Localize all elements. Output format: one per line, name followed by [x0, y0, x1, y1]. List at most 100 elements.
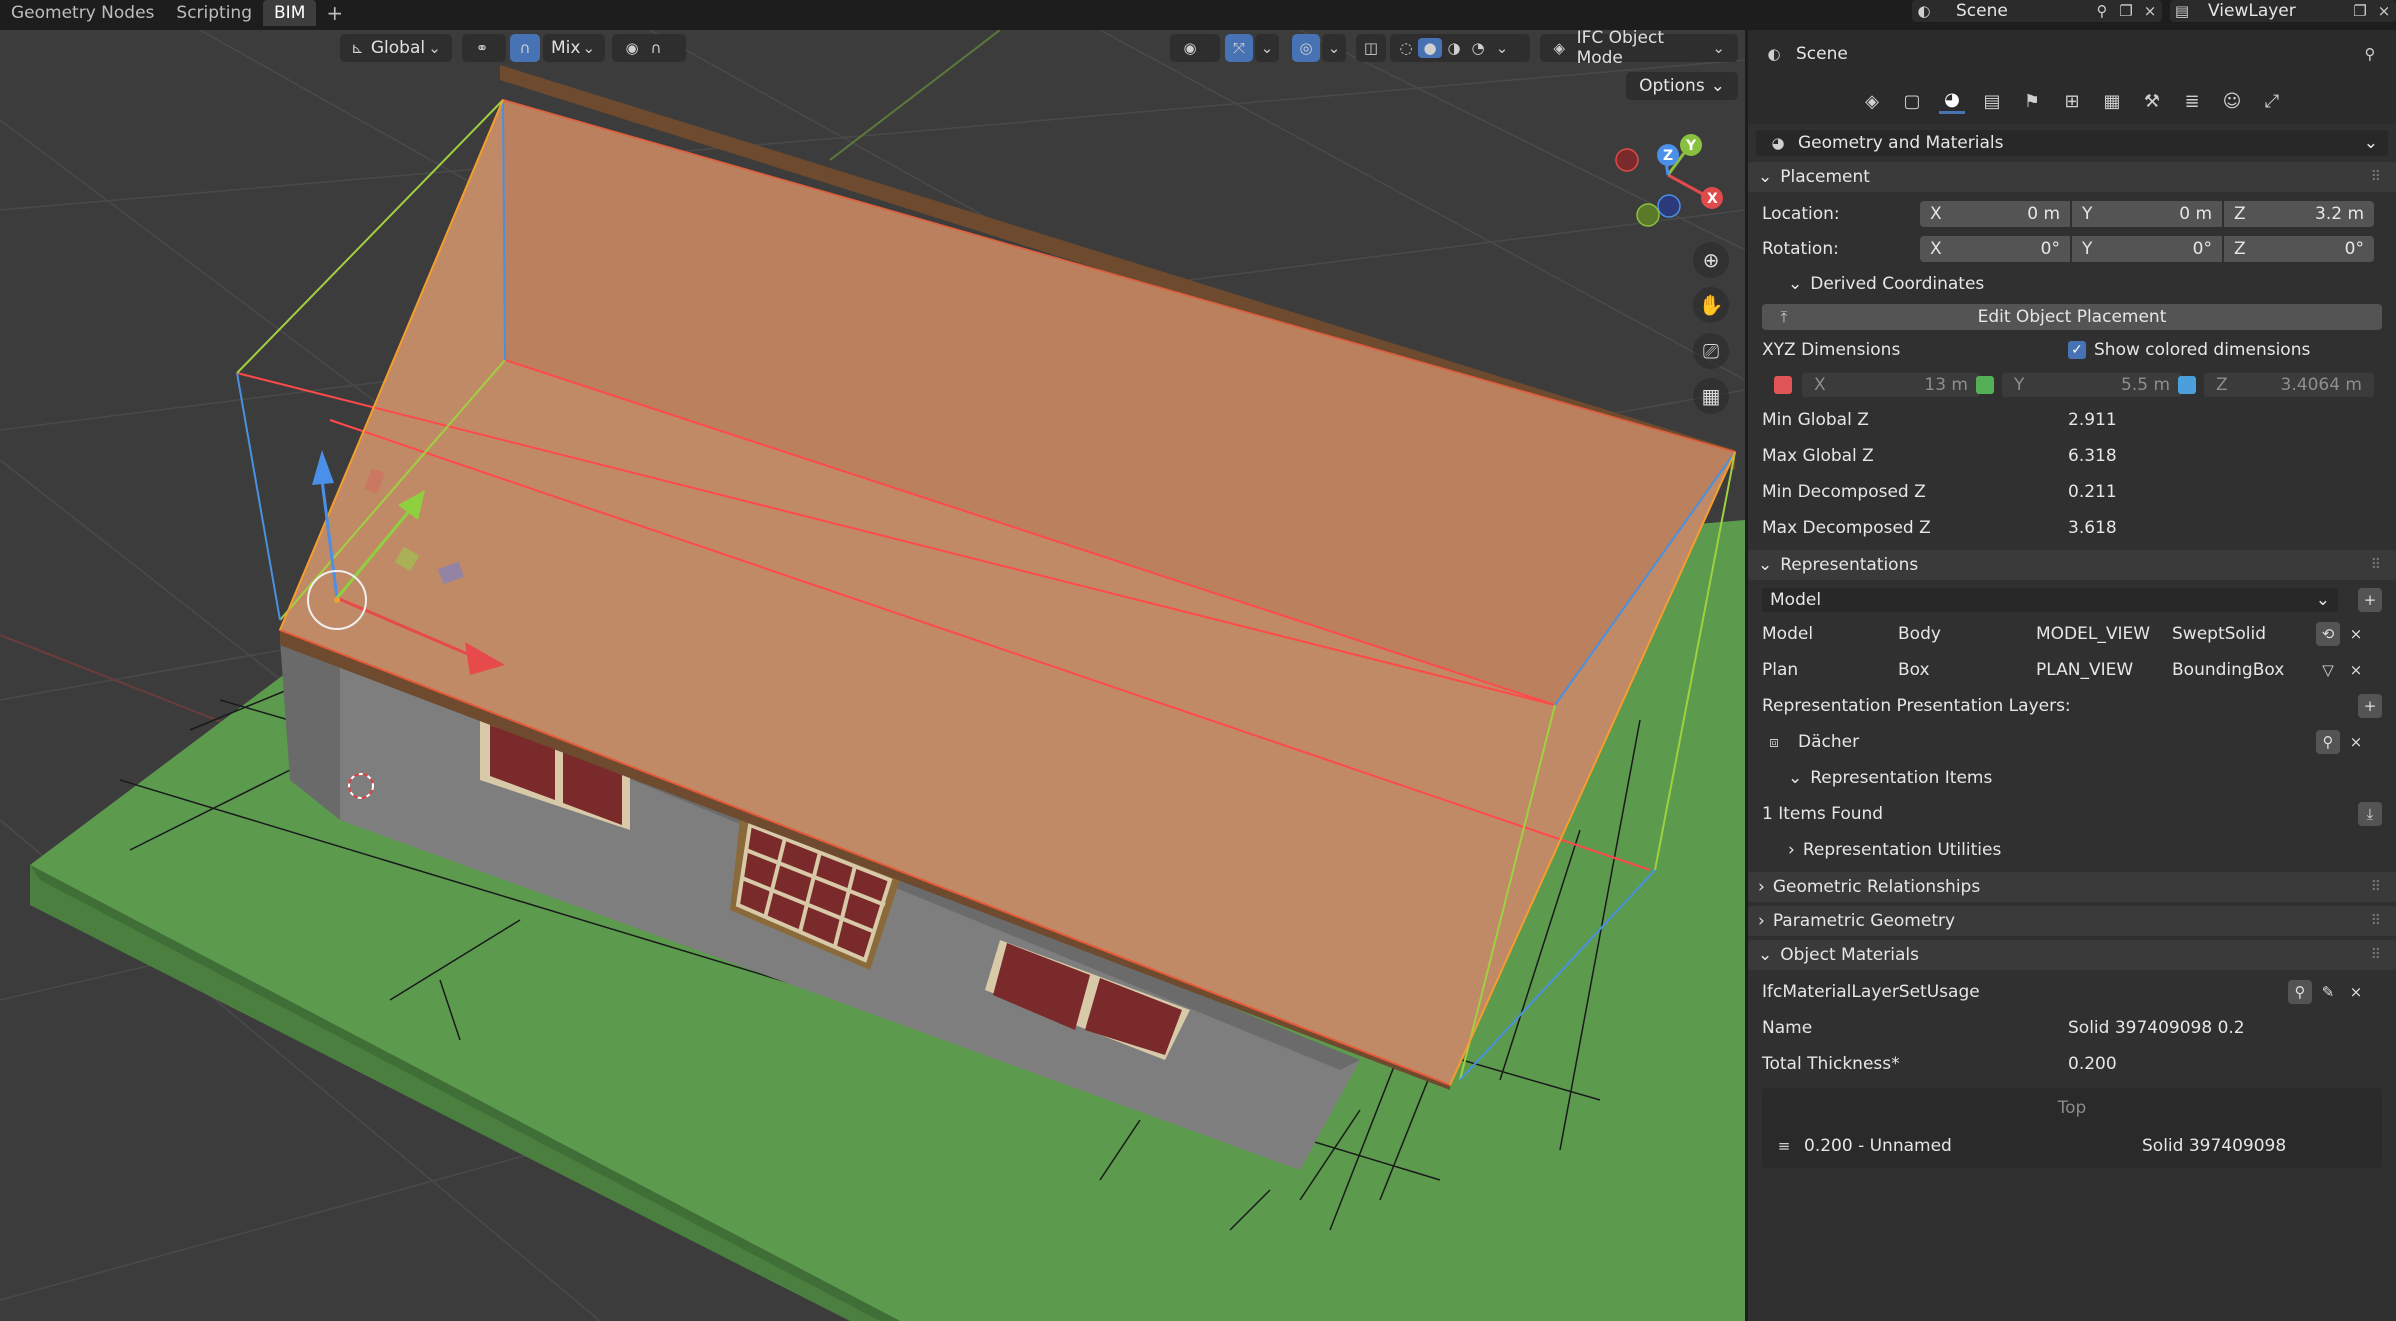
services-tab-icon[interactable]: ⤢	[2259, 88, 2285, 114]
geometry-tab-icon[interactable]: ◕	[1939, 88, 1965, 114]
rendered-shading-icon[interactable]: ◔	[1466, 38, 1490, 58]
interaction-mode-dropdown[interactable]: ◈ IFC Object Mode ⌄	[1540, 28, 1738, 68]
drag-handle-icon[interactable]: ⠿	[2371, 557, 2382, 573]
pin-icon[interactable]: ⚲	[2090, 1, 2114, 21]
location-y-field[interactable]: Y 0 m	[2072, 201, 2222, 227]
close-icon[interactable]: ×	[2372, 1, 2396, 21]
overlays-toggle[interactable]: ◎	[1292, 34, 1320, 62]
tab-bim[interactable]: BIM	[263, 0, 317, 26]
scene-selector[interactable]: ◐ Scene ⚲ ❐ ×	[1912, 0, 2162, 22]
add-workspace-button[interactable]: +	[316, 1, 353, 25]
location-fields: X 0 m Y 0 m Z 3.2 m	[1920, 201, 2374, 227]
solid-shading-icon[interactable]: ●	[1418, 38, 1442, 58]
close-icon[interactable]: ×	[2344, 730, 2368, 754]
add-icon[interactable]: +	[2358, 694, 2382, 718]
new-view-layer-icon[interactable]: ❐	[2348, 1, 2372, 21]
filter-icon[interactable]: ▽	[2316, 658, 2340, 682]
drag-handle-icon[interactable]: ⠿	[2371, 169, 2382, 185]
camera-icon[interactable]: ⎚	[1693, 333, 1729, 369]
location-x-field[interactable]: X 0 m	[1920, 201, 2070, 227]
show-colored-dimensions-checkbox[interactable]: ✓ Show colored dimensions	[2068, 340, 2310, 360]
checkmark-icon: ✓	[2068, 341, 2086, 359]
field-value: 0°	[2344, 239, 2364, 259]
z-color-swatch	[2178, 376, 2196, 394]
3d-viewport[interactable]: X Y Z	[0, 30, 1745, 1321]
close-icon[interactable]: ×	[2138, 1, 2162, 21]
presentation-layers-row: Representation Presentation Layers: +	[1748, 688, 2396, 724]
object-materials-panel-header[interactable]: ⌄ Object Materials ⠿	[1748, 940, 2396, 970]
stack-tab-icon[interactable]: ≣	[2179, 88, 2205, 114]
add-icon[interactable]: +	[2358, 588, 2382, 612]
pivot-dropdown[interactable]: ⚭	[462, 34, 506, 62]
scene-name: Scene	[1956, 1, 2008, 21]
gizmo-toggle[interactable]: ⤧	[1225, 34, 1253, 62]
rotation-z-field[interactable]: Z 0°	[2224, 236, 2374, 262]
material-layer-row[interactable]: ≡ 0.200 - Unnamed Solid 397409098	[1772, 1132, 2372, 1160]
edit-pencil-icon[interactable]: ✎	[2316, 980, 2340, 1004]
drag-handle-icon[interactable]: ⠿	[2371, 879, 2382, 895]
snap-toggle[interactable]: ∩	[510, 34, 540, 62]
structure-tab-icon[interactable]: ⊞	[2059, 88, 2085, 114]
material-tab-icon[interactable]: ▤	[1979, 88, 2005, 114]
context-dropdown[interactable]: Model ⌄	[1762, 588, 2338, 612]
select-icon[interactable]: ⚲	[2316, 730, 2340, 754]
options-dropdown[interactable]: Options ⌄	[1626, 72, 1738, 100]
view-layer-selector[interactable]: ▤ ViewLayer ❐ ×	[2170, 0, 2396, 22]
pin-icon[interactable]: ⚲	[2358, 44, 2382, 64]
edit-object-placement-button[interactable]: ⤒ Edit Object Placement	[1762, 304, 2382, 330]
context-value: Model	[1770, 590, 1822, 610]
select-icon[interactable]: ⚲	[2288, 980, 2312, 1004]
grid-view-icon[interactable]: ▦	[1693, 378, 1729, 414]
material-shading-icon[interactable]: ◑	[1442, 38, 1466, 58]
representations-panel-header[interactable]: ⌄ Representations ⠿	[1748, 550, 2396, 580]
derived-coordinates-header[interactable]: ⌄ Derived Coordinates	[1748, 266, 2396, 302]
drag-handle-icon[interactable]: ⠿	[2371, 913, 2382, 929]
geometric-relationships-panel-header[interactable]: › Geometric Relationships ⠿	[1748, 872, 2396, 902]
pan-hand-icon[interactable]: ✋	[1693, 287, 1729, 323]
zoom-icon[interactable]: ⊕	[1693, 242, 1729, 278]
snap-mode-dropdown[interactable]: Mix ⌄	[543, 34, 605, 62]
rep-context: Model	[1762, 624, 1814, 644]
rotation-x-field[interactable]: X 0°	[1920, 236, 2070, 262]
tool-tab-icon[interactable]: ⚒	[2139, 88, 2165, 114]
close-icon[interactable]: ×	[2344, 980, 2368, 1004]
transform-orientation-dropdown[interactable]: ⊾ Global ⌄	[340, 34, 452, 62]
scene-tab-icon[interactable]: ⚑	[2019, 88, 2045, 114]
grid-tab-icon[interactable]: ▦	[2099, 88, 2125, 114]
chevron-right-icon: ›	[1788, 840, 1795, 860]
section-dropdown[interactable]: ◕ Geometry and Materials ⌄	[1756, 130, 2388, 156]
rep-context: Plan	[1762, 660, 1799, 680]
representation-utilities-header[interactable]: › Representation Utilities	[1748, 832, 2396, 868]
chevron-down-icon: ⌄	[1712, 39, 1725, 57]
parametric-geometry-panel-header[interactable]: › Parametric Geometry ⠿	[1748, 906, 2396, 936]
representation-items-header[interactable]: ⌄ Representation Items	[1748, 760, 2396, 796]
placement-panel-header[interactable]: ⌄ Placement ⠿	[1748, 162, 2396, 192]
tab-geometry-nodes[interactable]: Geometry Nodes	[0, 0, 165, 26]
tab-scripting[interactable]: Scripting	[165, 0, 263, 26]
shading-mode-group[interactable]: ◌ ● ◑ ◔ ⌄	[1390, 34, 1530, 62]
chevron-down-icon[interactable]: ⌄	[1490, 38, 1514, 58]
drag-handle-icon[interactable]: ⠿	[2371, 947, 2382, 963]
ifc-tab-icon[interactable]: ◈	[1859, 88, 1885, 114]
gizmo-dropdown[interactable]: ⌄	[1255, 34, 1279, 62]
download-icon[interactable]: ⤓	[2358, 802, 2382, 826]
refresh-icon[interactable]: ⟲	[2316, 622, 2340, 646]
material-usage-label: IfcMaterialLayerSetUsage	[1762, 982, 1980, 1002]
location-z-field[interactable]: Z 3.2 m	[2224, 201, 2374, 227]
wireframe-shading-icon[interactable]: ◌	[1394, 38, 1418, 58]
new-scene-icon[interactable]: ❐	[2114, 1, 2138, 21]
object-tab-icon[interactable]: ▢	[1899, 88, 1925, 114]
close-icon[interactable]: ×	[2344, 622, 2368, 646]
close-icon[interactable]: ×	[2344, 658, 2368, 682]
visibility-dropdown[interactable]: ◉	[1170, 34, 1220, 62]
xray-toggle[interactable]: ◫	[1356, 34, 1386, 62]
proportional-editing-toggle[interactable]: ◉ ∩	[612, 34, 686, 62]
people-tab-icon[interactable]: ☺	[2219, 88, 2245, 114]
nav-gizmo-z-label: Z	[1663, 148, 1673, 164]
stat-label: Min Decomposed Z	[1762, 482, 1926, 502]
xray-icon: ◫	[1363, 39, 1379, 57]
properties-header: ◐ Scene ⚲	[1748, 30, 2396, 78]
total-thickness-value: 0.200	[2068, 1054, 2117, 1074]
overlays-dropdown[interactable]: ⌄	[1322, 34, 1346, 62]
rotation-y-field[interactable]: Y 0°	[2072, 236, 2222, 262]
